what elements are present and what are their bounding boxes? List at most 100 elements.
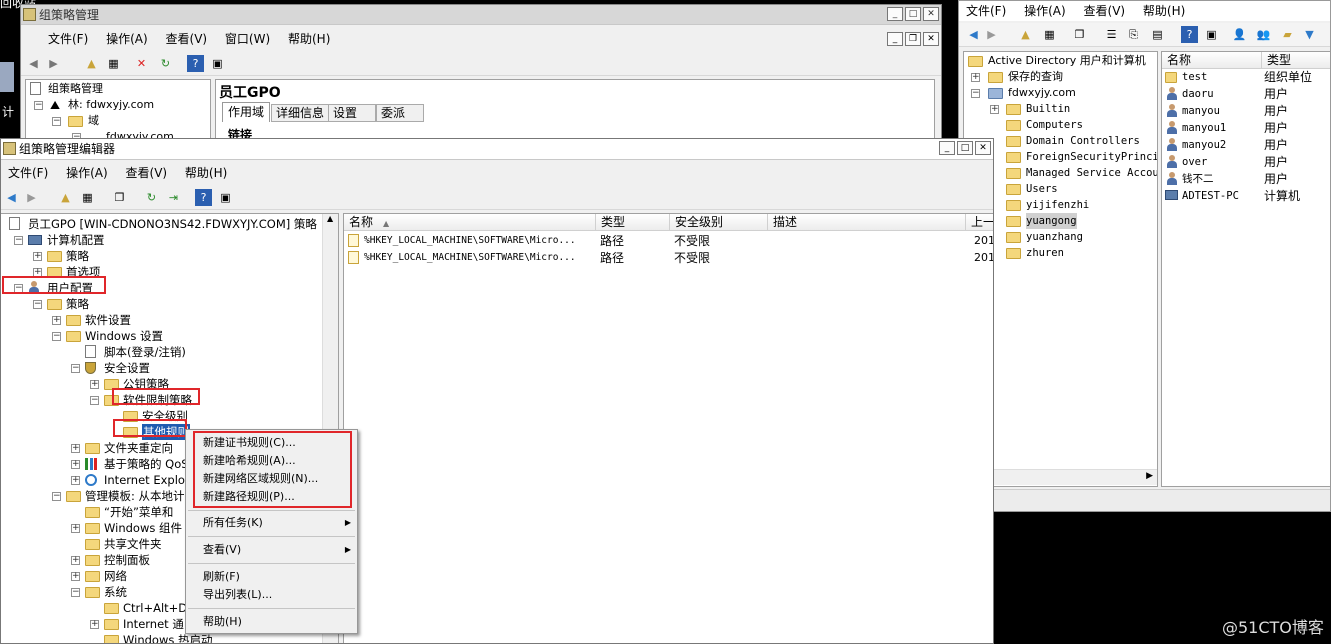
col-description[interactable]: 描述 <box>768 214 966 231</box>
gpm-tab-scope[interactable]: 作用域 <box>222 102 271 122</box>
editor-tree-item[interactable]: + 策略 <box>1 248 321 264</box>
aduc-tree-item[interactable]: + Builtin <box>968 101 1157 117</box>
menu-export-list[interactable]: 导出列表(L)... <box>186 586 357 604</box>
desktop-icon[interactable] <box>0 62 14 92</box>
gpm-tab-details[interactable]: 详细信息 <box>271 104 330 122</box>
aduc-tree-saved-queries[interactable]: + 保存的查询 <box>968 69 1157 85</box>
aduc-menu-file[interactable]: 文件(F) <box>959 1 1013 21</box>
path-rule-row[interactable]: %HKEY_LOCAL_MACHINE\SOFTWARE\Micro... 路径 不… <box>344 233 993 249</box>
up-folder-icon[interactable]: ▲ <box>57 189 74 206</box>
refresh-icon[interactable]: ↻ <box>143 189 160 206</box>
aduc-tree-item[interactable]: Computers <box>968 117 1157 133</box>
menu-all-tasks[interactable]: 所有任务(K) ▶ <box>186 514 357 532</box>
aduc-tree-item[interactable]: yuanzhang <box>968 229 1157 245</box>
forward-icon[interactable]: ▶ <box>45 55 62 72</box>
gpm-tab-delegation[interactable]: 委派 <box>376 104 424 122</box>
editor-tree-item[interactable]: − 策略 <box>1 296 321 312</box>
maximize-button[interactable]: □ <box>957 141 973 155</box>
aduc-col-name[interactable]: 名称 <box>1162 52 1262 69</box>
editor-menu-view[interactable]: 查看(V) <box>119 163 175 183</box>
help-icon[interactable]: ? <box>187 55 204 72</box>
aduc-list-row[interactable]: daoru 用户 <box>1164 86 1330 102</box>
collapse-icon[interactable]: − <box>71 364 80 373</box>
expand-icon[interactable]: + <box>71 524 80 533</box>
filter-icon[interactable]: ▼ <box>1301 26 1318 43</box>
back-icon[interactable]: ◀ <box>3 189 20 206</box>
editor-tree-item[interactable]: 员工GPO [WIN-CDNONO3NS42.FDWXYJY.COM] 策略 <box>1 216 321 232</box>
close-button[interactable]: ✕ <box>923 7 939 21</box>
new-group-icon[interactable]: 👥 <box>1255 26 1272 43</box>
console-icon[interactable]: ▣ <box>1203 26 1220 43</box>
col-type[interactable]: 类型 <box>596 214 670 231</box>
aduc-list-row[interactable]: manyou1 用户 <box>1164 120 1330 136</box>
aduc-tree-item[interactable]: ForeignSecurityPrincip <box>968 149 1157 165</box>
collapse-icon[interactable]: − <box>52 332 61 341</box>
aduc-list-row[interactable]: 钱不二 用户 <box>1164 171 1330 187</box>
expand-icon[interactable]: + <box>33 252 42 261</box>
show-tree-icon[interactable]: ▦ <box>1041 26 1058 43</box>
refresh-icon[interactable]: ▤ <box>1149 26 1166 43</box>
maximize-button[interactable]: □ <box>905 7 921 21</box>
menu-view[interactable]: 查看(V) ▶ <box>186 541 357 559</box>
gpm-menu-action[interactable]: 操作(A) <box>99 29 155 49</box>
gpm-tree-forest[interactable]: − ⛰ 林: fdwxyjy.com <box>30 97 210 113</box>
editor-menu-help[interactable]: 帮助(H) <box>178 163 234 183</box>
up-folder-icon[interactable]: ▲ <box>83 55 100 72</box>
aduc-menu-help[interactable]: 帮助(H) <box>1136 1 1192 21</box>
collapse-icon[interactable]: − <box>71 588 80 597</box>
aduc-list-row[interactable]: ADTEST-PC 计算机 <box>1164 188 1330 204</box>
minimize-button[interactable]: _ <box>887 7 903 21</box>
menu-refresh[interactable]: 刷新(F) <box>186 568 357 586</box>
editor-menu-file[interactable]: 文件(F) <box>1 163 55 183</box>
properties-icon[interactable]: ☰ <box>1103 26 1120 43</box>
back-icon[interactable]: ◀ <box>25 55 42 72</box>
show-tree-icon[interactable]: ▦ <box>105 55 122 72</box>
collapse-icon[interactable]: − <box>52 117 61 126</box>
expand-icon[interactable]: + <box>71 572 80 581</box>
collapse-icon[interactable]: − <box>33 300 42 309</box>
back-icon[interactable]: ◀ <box>965 26 982 43</box>
minimize-button[interactable]: _ <box>939 141 955 155</box>
menu-help[interactable]: 帮助(H) <box>186 613 357 631</box>
aduc-tree-item[interactable]: Domain Controllers <box>968 133 1157 149</box>
gpm-menu-window[interactable]: 窗口(W) <box>218 29 277 49</box>
mdi-minimize-button[interactable]: _ <box>887 32 903 46</box>
path-rule-row[interactable]: %HKEY_LOCAL_MACHINE\SOFTWARE\Micro... 路径 不… <box>344 250 993 266</box>
collapse-icon[interactable]: − <box>52 492 61 501</box>
console-icon[interactable]: ▣ <box>209 55 226 72</box>
aduc-menu-view[interactable]: 查看(V) <box>1077 1 1133 21</box>
expand-icon[interactable]: + <box>71 556 80 565</box>
expand-icon[interactable]: + <box>71 444 80 453</box>
expand-icon[interactable]: + <box>990 105 999 114</box>
gpm-menu-view[interactable]: 查看(V) <box>159 29 215 49</box>
export-icon[interactable]: ⎘ <box>1125 26 1142 43</box>
aduc-tree-item[interactable]: Users <box>968 181 1157 197</box>
editor-tree-item[interactable]: + 软件设置 <box>1 312 321 328</box>
aduc-list-row[interactable]: manyou 用户 <box>1164 103 1330 119</box>
aduc-tree-item[interactable]: yuangong <box>968 213 1157 229</box>
collapse-icon[interactable]: − <box>971 89 980 98</box>
gpm-tab-settings[interactable]: 设置 <box>328 104 376 122</box>
expand-icon[interactable]: + <box>90 380 99 389</box>
col-name[interactable]: 名称 ▲ <box>344 214 596 231</box>
desktop-icon-label[interactable]: 计 <box>2 103 14 120</box>
delete-icon[interactable]: ✕ <box>133 55 150 72</box>
mdi-close-button[interactable]: ✕ <box>923 32 939 46</box>
gpm-tree-domains[interactable]: − 域 <box>30 113 210 129</box>
col-security-level[interactable]: 安全级别 <box>670 214 768 231</box>
new-user-icon[interactable]: 👤 <box>1231 26 1248 43</box>
expand-icon[interactable]: + <box>71 476 80 485</box>
forward-icon[interactable]: ▶ <box>23 189 40 206</box>
gpm-menu-file[interactable]: 文件(F) <box>41 29 95 49</box>
aduc-tree-item[interactable]: Managed Service Accour <box>968 165 1157 181</box>
mdi-restore-button[interactable]: ❐ <box>905 32 921 46</box>
collapse-icon[interactable]: − <box>34 101 43 110</box>
expand-icon[interactable]: + <box>52 316 61 325</box>
close-button[interactable]: ✕ <box>975 141 991 155</box>
copy-icon[interactable]: ❐ <box>1071 26 1088 43</box>
console-icon[interactable]: ▣ <box>217 189 234 206</box>
editor-tree-item[interactable]: − 计算机配置 <box>1 232 321 248</box>
collapse-icon[interactable]: − <box>14 236 23 245</box>
aduc-list-row[interactable]: over 用户 <box>1164 154 1330 170</box>
new-ou-icon[interactable]: ▰ <box>1279 26 1296 43</box>
